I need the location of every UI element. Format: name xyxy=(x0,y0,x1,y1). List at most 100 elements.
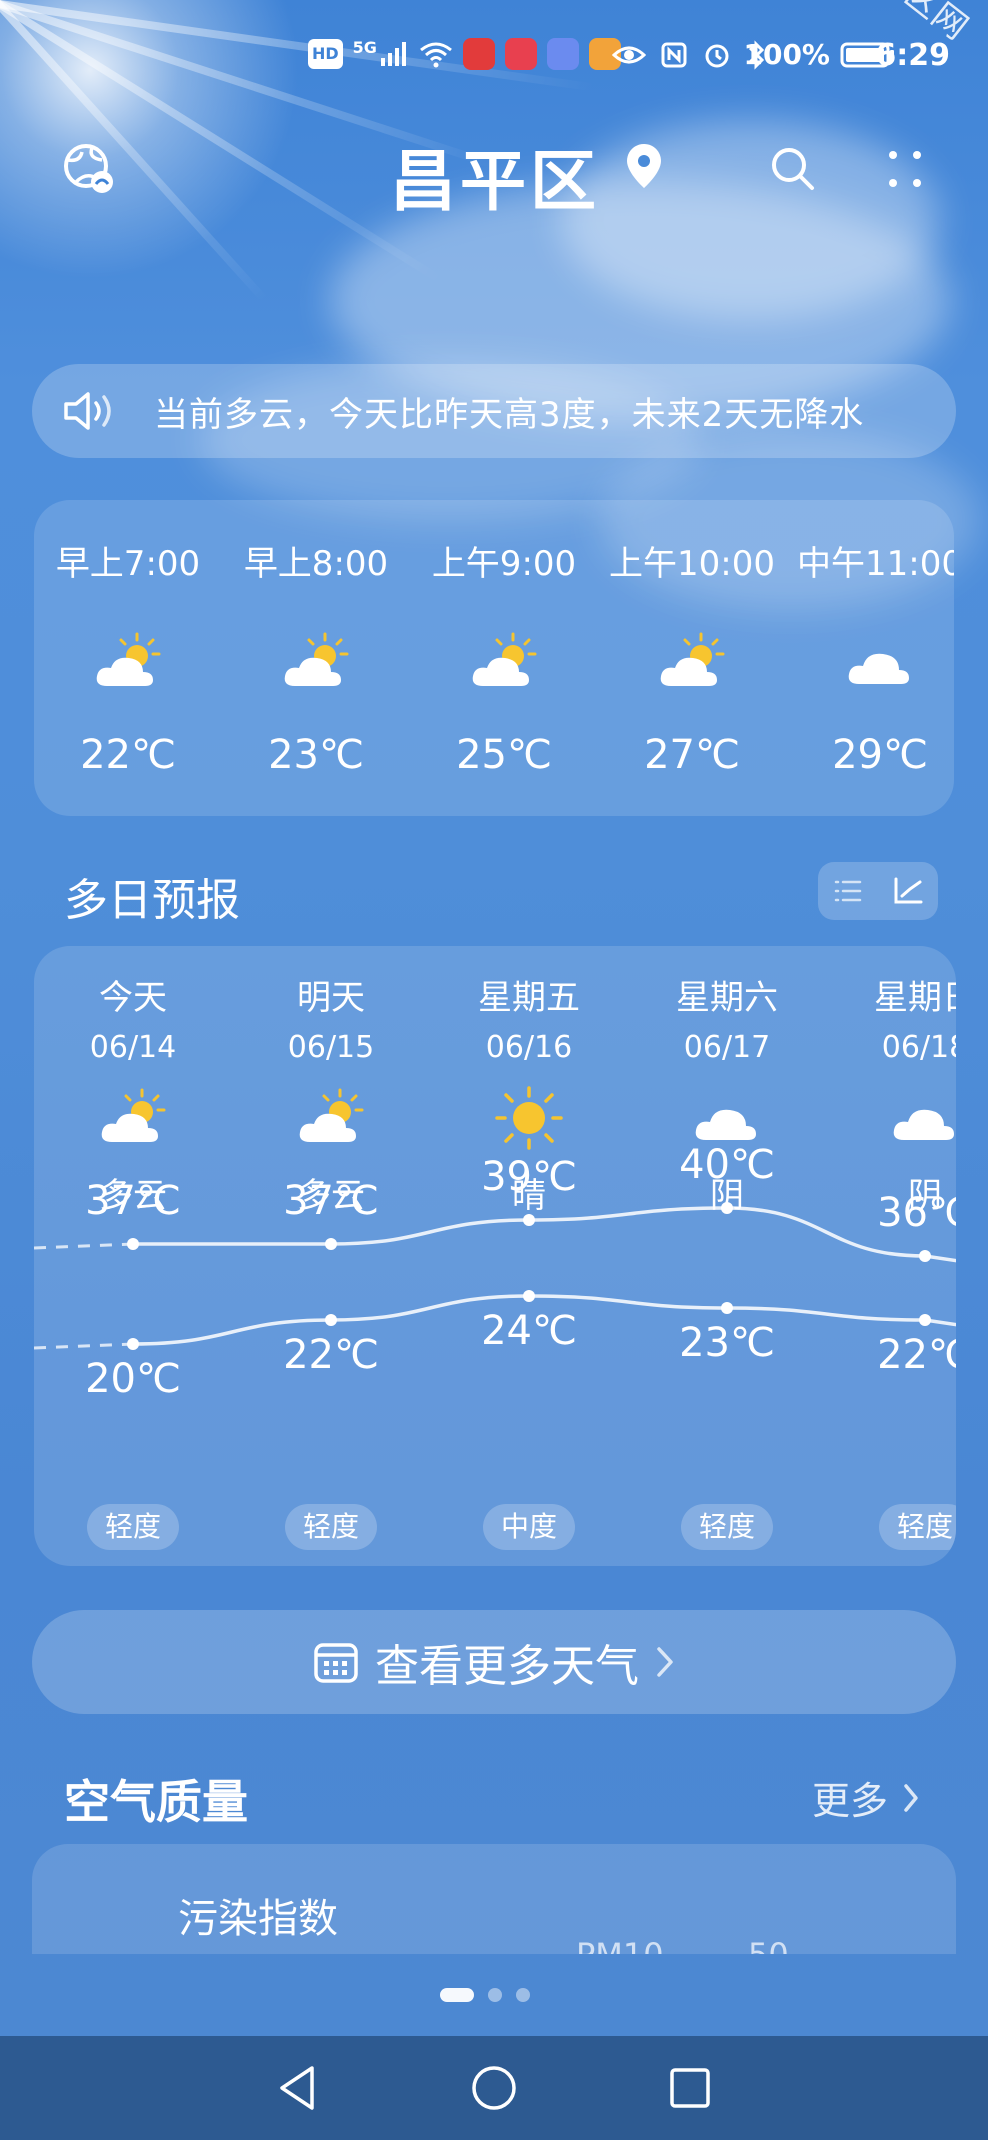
app-red-icon xyxy=(504,38,537,70)
partly-cloudy-icon xyxy=(98,1086,168,1154)
aqi-badge: 轻度 xyxy=(878,1504,956,1550)
day-low-label: 20℃ xyxy=(85,1356,181,1402)
more-weather-label: 查看更多天气 xyxy=(375,1641,639,1692)
hour-item: 中午11:00 29℃ xyxy=(786,500,954,816)
day-high-label: 37℃ xyxy=(85,1178,181,1224)
search-button[interactable] xyxy=(758,134,828,204)
home-button[interactable] xyxy=(459,2053,529,2123)
hour-temp: 23℃ xyxy=(268,732,364,778)
day-date: 06/17 xyxy=(683,1030,771,1065)
day-low-label: 22℃ xyxy=(283,1332,379,1378)
partly-cloudy-icon xyxy=(469,630,539,698)
hour-item: 上午10:00 27℃ xyxy=(598,500,786,816)
hour-time: 早上8:00 xyxy=(243,544,389,584)
aqi-badge: 轻度 xyxy=(680,1504,774,1550)
aqi-badge: 轻度 xyxy=(86,1504,180,1550)
page-indicator xyxy=(440,1988,530,2002)
hour-time: 上午10:00 xyxy=(609,544,775,584)
hour-temp: 29℃ xyxy=(832,732,928,778)
air-quality-title: 空气质量 xyxy=(64,1775,248,1829)
day-name: 明天 xyxy=(297,978,365,1018)
day-low-label: 23℃ xyxy=(679,1320,775,1366)
battery-percent: 100% xyxy=(743,38,830,71)
chevron-right-icon xyxy=(904,1783,918,1812)
city-manage-button[interactable] xyxy=(54,134,124,204)
list-view-button[interactable] xyxy=(818,862,878,920)
hourly-forecast[interactable]: 早上7:00 22℃ 早上8:00 23℃ 上午9:00 25℃ 上午10:00… xyxy=(34,500,954,816)
pm-value: 50 xyxy=(748,1936,789,1954)
broadcast-text: 当前多云，今天比昨天高3度，未来2天无降水 xyxy=(154,394,865,435)
weather-broadcast[interactable]: 当前多云，今天比昨天高3度，未来2天无降水 xyxy=(32,364,956,458)
day-date: 06/14 xyxy=(89,1030,177,1065)
page-dot-active xyxy=(440,1988,474,2002)
day-date: 06/18 xyxy=(881,1030,956,1065)
partly-cloudy-icon xyxy=(657,630,727,698)
partly-cloudy-icon xyxy=(93,630,163,698)
day-name: 星期五 xyxy=(478,978,580,1018)
nfc-icon xyxy=(661,42,687,68)
day-column: 星期五 06/16 晴 39℃ 24℃ 中度 xyxy=(430,946,628,1566)
page-dot xyxy=(488,1988,502,2002)
hour-item: 上午9:00 25℃ xyxy=(410,500,598,816)
cloudy-icon xyxy=(890,1086,956,1154)
pm-label: PM10 xyxy=(576,1936,664,1954)
day-low-label: 22℃ xyxy=(877,1332,956,1378)
hd-badge: HD xyxy=(308,39,343,69)
page-dot xyxy=(516,1988,530,2002)
signal-icon xyxy=(380,42,406,66)
aqi-badge: 轻度 xyxy=(284,1504,378,1550)
status-bar: HD 5G 100% 6:29 天涯社区网 xyxy=(0,0,988,110)
back-button[interactable] xyxy=(263,2053,333,2123)
more-dots-icon xyxy=(889,151,921,187)
back-triangle-icon xyxy=(280,2066,314,2110)
alarm-icon xyxy=(705,44,729,68)
day-name: 今天 xyxy=(99,978,167,1018)
globe-icon xyxy=(64,144,113,193)
air-quality-more-label: 更多 xyxy=(811,1779,888,1823)
trend-chart-icon xyxy=(894,877,923,904)
list-icon xyxy=(834,880,862,902)
day-column: 明天 06/15 多云 37℃ 22℃ 轻度 xyxy=(232,946,430,1566)
recents-button[interactable] xyxy=(655,2053,725,2123)
more-weather-button[interactable]: 查看更多天气 xyxy=(32,1610,956,1714)
hour-time: 早上7:00 xyxy=(55,544,201,584)
day-high-label: 36℃ xyxy=(877,1190,956,1236)
sunny-icon xyxy=(494,1086,564,1154)
air-quality-more-link[interactable]: 更多 xyxy=(812,1770,920,1825)
day-column: 今天 06/14 多云 37℃ 20℃ 轻度 xyxy=(34,946,232,1566)
partly-cloudy-icon xyxy=(296,1086,366,1154)
hour-item: 早上7:00 22℃ xyxy=(34,500,222,816)
wifi-icon xyxy=(420,42,452,68)
home-circle-icon xyxy=(472,2066,516,2110)
hour-time: 中午11:00 xyxy=(797,544,954,584)
system-nav-bar xyxy=(0,2036,988,2140)
day-low-label: 24℃ xyxy=(481,1308,577,1354)
air-quality-card[interactable]: 污染指数 PM10 50 xyxy=(32,1844,956,1954)
hour-temp: 27℃ xyxy=(644,732,740,778)
app-book-icon xyxy=(462,38,495,70)
speaker-button[interactable] xyxy=(60,381,120,441)
partly-cloudy-icon xyxy=(281,630,351,698)
day-high-label: 40℃ xyxy=(679,1142,775,1188)
hour-temp: 22℃ xyxy=(80,732,176,778)
hour-item: 早上8:00 23℃ xyxy=(222,500,410,816)
status-icons: HD 5G xyxy=(308,38,621,70)
clock: 6:29 xyxy=(875,38,950,73)
recents-square-icon xyxy=(670,2068,710,2108)
day-column: 星期日 06/18 阴 36℃ 22℃ 轻度 xyxy=(826,946,956,1566)
chart-view-button[interactable] xyxy=(878,862,938,920)
hour-time: 上午9:00 xyxy=(431,544,577,584)
search-icon xyxy=(772,148,814,190)
aqi-badge: 中度 xyxy=(482,1504,576,1550)
speaker-icon xyxy=(64,392,111,430)
view-toggle xyxy=(818,862,938,920)
day-date: 06/15 xyxy=(287,1030,375,1065)
day-date: 06/16 xyxy=(485,1030,573,1065)
app-music-icon xyxy=(546,38,579,70)
day-high-label: 37℃ xyxy=(283,1178,379,1224)
hour-temp: 25℃ xyxy=(456,732,552,778)
multi-day-forecast[interactable]: 今天 06/14 多云 37℃ 20℃ 轻度 明天 06/15 多云 37℃ 2… xyxy=(34,946,956,1566)
day-high-label: 39℃ xyxy=(481,1154,577,1200)
more-menu-button[interactable] xyxy=(870,134,940,204)
city-title[interactable]: 昌平区 xyxy=(390,128,600,224)
